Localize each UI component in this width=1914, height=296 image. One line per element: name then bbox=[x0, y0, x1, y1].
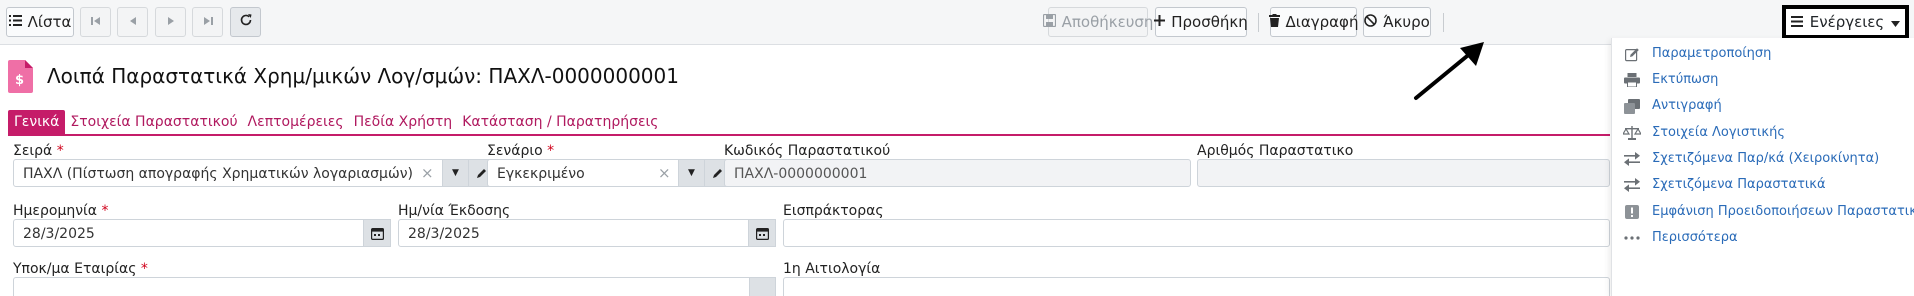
actions-dropdown-button[interactable]: Ενέργειες bbox=[1782, 5, 1909, 39]
toolbar-divider bbox=[1443, 13, 1444, 32]
issue-date-value: 28/3/2025 bbox=[408, 226, 480, 242]
series-select[interactable]: ΠΑΧΛ (Πίστωση απογραφής Χρηματικών λογαρ… bbox=[13, 159, 495, 187]
branch-label: Υποκ/μα Εταιρίας * bbox=[13, 261, 148, 277]
save-button-label: Αποθήκευση bbox=[1061, 13, 1154, 31]
tab-document-details[interactable]: Στοιχεία Παραστατικού bbox=[65, 110, 242, 134]
more-icon bbox=[1623, 230, 1641, 246]
delete-button[interactable]: Διαγραφή bbox=[1268, 7, 1359, 37]
menu-item-accounting[interactable]: Στοιχεία Λογιστικής bbox=[1612, 119, 1914, 147]
exchange-icon bbox=[1623, 151, 1641, 167]
edit-icon bbox=[1623, 46, 1641, 62]
list-button-label: Λίστα bbox=[27, 13, 72, 31]
menu-item-related-manual[interactable]: Σχετιζόμενα Παρ/κά (Χειροκίνητα) bbox=[1612, 145, 1914, 173]
calendar-icon[interactable] bbox=[363, 219, 391, 247]
first-record-button[interactable] bbox=[80, 7, 111, 37]
reason-label: 1η Αιτιολογία bbox=[783, 261, 881, 277]
clear-icon[interactable]: × bbox=[658, 164, 671, 182]
next-record-button[interactable] bbox=[155, 7, 186, 37]
tab-underline bbox=[8, 134, 1610, 136]
branch-select[interactable] bbox=[13, 277, 776, 296]
ban-icon bbox=[1364, 13, 1378, 31]
date-value: 28/3/2025 bbox=[23, 226, 95, 242]
cancel-button[interactable]: Άκυρο bbox=[1363, 7, 1431, 37]
warning-icon bbox=[1623, 204, 1641, 220]
page-title: Λοιπά Παραστατικά Χρημ/μικών Λογ/σμών: Π… bbox=[47, 64, 679, 88]
last-icon bbox=[203, 14, 213, 30]
series-value: ΠΑΧΛ (Πίστωση απογραφής Χρηματικών λογαρ… bbox=[23, 166, 413, 182]
svg-text:$: $ bbox=[15, 73, 24, 88]
annotation-arrow bbox=[1414, 42, 1484, 100]
menu-item-related-docs[interactable]: Σχετιζόμενα Παραστατικά bbox=[1612, 171, 1914, 199]
doc-code-field[interactable]: ΠΑΧΛ-0000000001 bbox=[724, 159, 1191, 187]
doc-code-label: Κωδικός Παραστατικού bbox=[724, 143, 891, 159]
cancel-button-label: Άκυρο bbox=[1383, 13, 1430, 31]
list-icon bbox=[8, 14, 22, 30]
delete-button-label: Διαγραφή bbox=[1285, 13, 1359, 31]
doc-code-value: ΠΑΧΛ-0000000001 bbox=[734, 166, 868, 182]
add-button-label: Προσθήκη bbox=[1171, 13, 1248, 31]
first-icon bbox=[90, 14, 101, 30]
tab-status-notes[interactable]: Κατάσταση / Παρατηρήσεις bbox=[457, 110, 663, 134]
date-label: Ημερομηνία * bbox=[13, 203, 109, 219]
tab-general[interactable]: Γενικά bbox=[8, 110, 66, 134]
add-button[interactable]: Προσθήκη bbox=[1154, 7, 1248, 37]
scenario-select[interactable]: Εγκεκριμένο × ▼ bbox=[487, 159, 731, 187]
chevron-down-icon[interactable]: ▼ bbox=[442, 159, 469, 187]
menu-item-print[interactable]: Εκτύπωση bbox=[1612, 66, 1914, 94]
plus-icon bbox=[1154, 14, 1166, 30]
menu-item-copy[interactable]: Αντιγραφή bbox=[1612, 92, 1914, 120]
list-button[interactable]: Λίστα bbox=[6, 7, 74, 37]
doc-number-label: Αριθμός Παραστατικο bbox=[1197, 143, 1354, 159]
next-icon bbox=[167, 14, 175, 30]
series-label: Σειρά * bbox=[13, 143, 64, 159]
refresh-button[interactable] bbox=[230, 7, 261, 37]
trash-icon bbox=[1268, 13, 1280, 31]
previous-record-button[interactable] bbox=[117, 7, 148, 37]
toolbar-divider bbox=[1258, 13, 1259, 32]
document-money-icon: $ bbox=[8, 60, 34, 93]
caret-down-icon bbox=[1891, 13, 1901, 31]
calendar-icon[interactable] bbox=[748, 219, 776, 247]
tab-details[interactable]: Λεπτομέρειες bbox=[243, 110, 349, 134]
actions-button-label: Ενέργειες bbox=[1809, 13, 1885, 31]
reason-field[interactable] bbox=[783, 277, 1610, 296]
refresh-icon bbox=[239, 13, 253, 31]
balance-scale-icon bbox=[1623, 125, 1641, 141]
copy-icon bbox=[1623, 98, 1641, 114]
save-icon bbox=[1042, 13, 1056, 31]
hamburger-icon bbox=[1790, 13, 1803, 31]
chevron-down-icon[interactable] bbox=[749, 277, 776, 296]
doc-number-field[interactable] bbox=[1197, 159, 1610, 187]
printer-icon bbox=[1623, 72, 1641, 88]
tab-bar: Γενικά Στοιχεία Παραστατικού Λεπτομέρειε… bbox=[8, 110, 663, 134]
scenario-value: Εγκεκριμένο bbox=[497, 166, 585, 182]
last-record-button[interactable] bbox=[192, 7, 223, 37]
save-button[interactable]: Αποθήκευση bbox=[1042, 7, 1153, 37]
menu-item-more[interactable]: Περισσότερα bbox=[1612, 224, 1914, 252]
collector-field[interactable] bbox=[783, 219, 1610, 247]
actions-menu: Παραμετροποίηση Εκτύπωση Αντιγραφή Στοιχ… bbox=[1611, 38, 1914, 296]
issue-date-label: Ημ/νία Έκδοσης bbox=[398, 203, 511, 219]
exchange-icon bbox=[1623, 177, 1641, 193]
clear-icon[interactable]: × bbox=[421, 164, 434, 182]
chevron-down-icon[interactable]: ▼ bbox=[678, 159, 705, 187]
menu-item-warnings[interactable]: Εμφάνιση Προειδοποιήσεων Παραστατικού bbox=[1612, 198, 1914, 226]
menu-item-customize[interactable]: Παραμετροποίηση bbox=[1612, 40, 1914, 68]
tab-user-fields[interactable]: Πεδία Χρήστη bbox=[349, 110, 458, 134]
scenario-label: Σενάριο * bbox=[487, 143, 555, 159]
date-field[interactable]: 28/3/2025 bbox=[13, 219, 391, 247]
collector-label: Εισπράκτορας bbox=[783, 203, 884, 219]
previous-icon bbox=[129, 14, 137, 30]
issue-date-field[interactable]: 28/3/2025 bbox=[398, 219, 776, 247]
